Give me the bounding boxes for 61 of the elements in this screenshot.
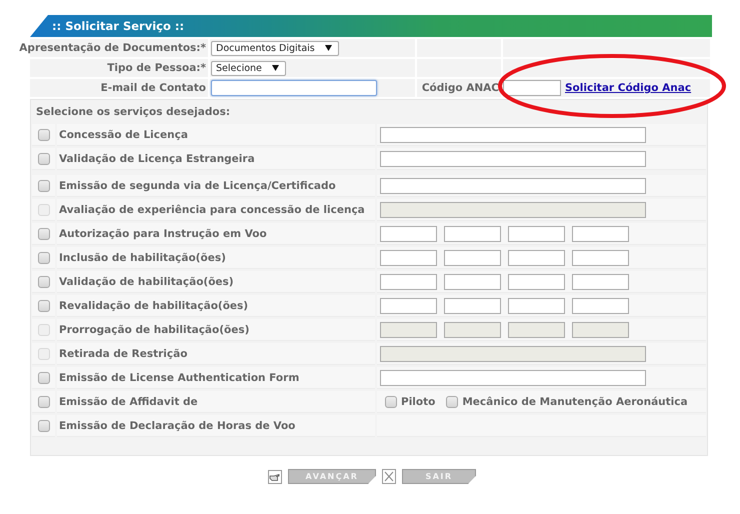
checkbox[interactable] [385, 396, 397, 408]
service-label: Validação de habilitação(ões) [59, 276, 235, 288]
text-field[interactable] [508, 226, 565, 242]
text-field[interactable] [572, 226, 629, 242]
checkbox[interactable] [38, 152, 50, 164]
text-field[interactable] [380, 274, 437, 290]
text-field[interactable] [380, 370, 646, 386]
text-field[interactable] [572, 250, 629, 266]
text-field[interactable] [444, 298, 501, 314]
service-label: Emissão de Affidavit de [59, 396, 199, 408]
section-heading: Selecione os serviços desejados: [36, 106, 232, 118]
close-icon [382, 469, 396, 484]
section-header: :: Solicitar Serviço :: [30, 15, 712, 37]
text-field[interactable] [380, 226, 437, 242]
service-label: Autorização para Instrução em Voo [59, 228, 268, 240]
option-label: Mecânico de Manutenção Aeronáutica [462, 396, 689, 408]
service-label: Avaliação de experiência para concessão de licença [59, 204, 366, 216]
caret-icon [272, 65, 279, 71]
field-label: E-mail de Contato [100, 82, 207, 94]
checkbox[interactable] [38, 228, 50, 240]
text-field[interactable] [508, 274, 565, 290]
service-label: Inclusão de habilitação(ões) [59, 252, 227, 264]
text-field[interactable] [380, 126, 646, 142]
checkbox[interactable] [38, 128, 50, 140]
text-field[interactable] [508, 250, 565, 266]
dropdown[interactable]: Documentos Digitais [211, 40, 339, 56]
text-field[interactable] [380, 150, 646, 166]
text-field[interactable] [444, 226, 501, 242]
text-field[interactable] [444, 274, 501, 290]
text-field[interactable] [572, 274, 629, 290]
text-field[interactable] [380, 250, 437, 266]
checkbox[interactable] [38, 420, 50, 432]
field-label: Código ANAC [422, 82, 500, 94]
checkbox[interactable] [446, 396, 458, 408]
code-field[interactable] [503, 80, 561, 96]
checkbox[interactable] [38, 252, 50, 264]
service-label: Retirada de Restrição [59, 348, 188, 360]
field-label: Tipo de Pessoa:* [107, 62, 207, 74]
text-field[interactable] [508, 298, 565, 314]
pointing-hand-icon [268, 470, 282, 484]
checkbox[interactable] [38, 300, 50, 312]
text-field[interactable] [380, 178, 646, 194]
checkbox[interactable] [38, 372, 50, 384]
service-label: Revalidação de habilitação(ões) [59, 300, 250, 312]
text-field[interactable] [444, 250, 501, 266]
service-label: Emissão de segunda via de Licença/Certificado [59, 180, 337, 192]
service-label: Prorrogação de habilitação(ões) [59, 324, 250, 336]
service-label: Validação de Licença Estrangeira [59, 152, 256, 164]
email-field[interactable] [211, 80, 377, 96]
text-field[interactable] [572, 298, 629, 314]
field-label: Apresentação de Documentos:* [19, 42, 207, 54]
caret-icon [324, 45, 332, 51]
text-field[interactable] [380, 298, 437, 314]
checkbox[interactable] [38, 396, 50, 408]
option-label: Piloto [401, 396, 436, 408]
service-label: Emissão de License Authentication Form [59, 372, 300, 384]
service-label: Concessão de Licença [59, 128, 189, 140]
service-label: Emissão de Declaração de Horas de Voo [59, 420, 296, 432]
checkbox[interactable] [38, 276, 50, 288]
dropdown[interactable]: Selecione [211, 60, 286, 76]
checkbox[interactable] [38, 180, 50, 192]
